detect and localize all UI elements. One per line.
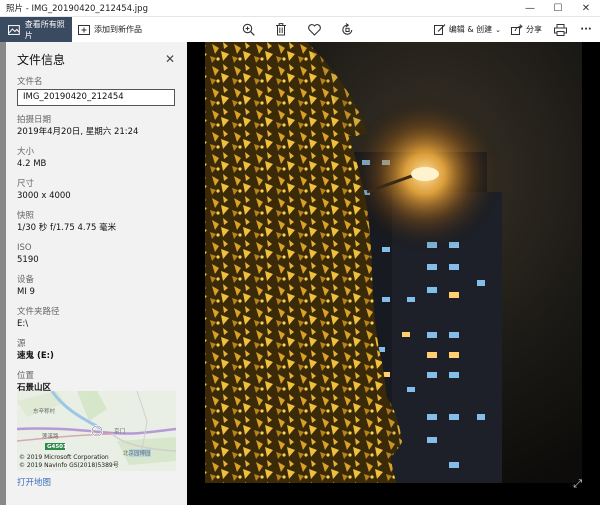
- device-label: 设备: [17, 275, 35, 285]
- view-all-photos-button[interactable]: 查看所有照片: [0, 17, 72, 42]
- more-icon[interactable]: ···: [578, 22, 594, 38]
- share-icon: [511, 24, 523, 35]
- toolbar: 查看所有照片 添加到新作品 编辑 & 创建 ⌄ 分享 ···: [0, 17, 600, 42]
- map-credit-microsoft: © 2019 Microsoft Corporation: [19, 454, 109, 461]
- folder-label: 文件夹路径: [17, 307, 60, 317]
- night-photo: [205, 42, 582, 483]
- folder-value: E:\: [17, 319, 29, 329]
- map-label-road-b: 京门: [114, 429, 126, 435]
- close-button[interactable]: ✕: [572, 0, 600, 17]
- edit-create-button[interactable]: 编辑 & 创建 ⌄: [433, 24, 501, 35]
- shutter-field: 快照 1/30 秒 f/1.75 4.75 毫米: [17, 211, 177, 234]
- favorite-icon[interactable]: [306, 22, 322, 38]
- filename-label: 文件名: [17, 77, 43, 87]
- map-label-highway: G4501: [47, 444, 67, 450]
- filename-field: 文件名 IMG_20190420_212454: [17, 77, 177, 106]
- shutter-label: 快照: [17, 211, 35, 221]
- dimensions-field: 尺寸 3000 x 4000: [17, 179, 177, 202]
- add-to-creation-button[interactable]: 添加到新作品: [72, 24, 142, 35]
- panel-header: 文件信息 ✕: [17, 50, 177, 68]
- shutter-value: 1/30 秒 f/1.75 4.75 毫米: [17, 223, 117, 233]
- map-label-village: 东辛称村: [33, 409, 56, 415]
- folder-field: 文件夹路径 E:\: [17, 307, 177, 330]
- add-to-creation-label: 添加到新作品: [94, 25, 142, 34]
- rotate-icon[interactable]: [339, 22, 355, 38]
- dimensions-value: 3000 x 4000: [17, 191, 71, 201]
- size-field: 大小 4.2 MB: [17, 147, 177, 170]
- minimize-button[interactable]: —: [516, 0, 544, 17]
- device-field: 设备 MI 9: [17, 275, 177, 298]
- title-bar: 照片 - IMG_20190420_212454.jpg — ☐ ✕: [0, 0, 600, 17]
- expand-icon[interactable]: ⤢: [573, 477, 582, 491]
- date-field: 拍摄日期 2019年4月20日, 星期六 21:24: [17, 115, 177, 138]
- chevron-down-icon: ⌄: [495, 25, 501, 34]
- source-value: 速鬼 (E:): [17, 351, 54, 361]
- map-label-road-a: 莲溪路: [42, 434, 59, 440]
- toolbar-actions: [240, 17, 355, 42]
- open-map-link[interactable]: 打开地图: [17, 476, 51, 488]
- date-value: 2019年4月20日, 星期六 21:24: [17, 127, 139, 137]
- panel-title: 文件信息: [17, 52, 66, 67]
- photos-icon: [8, 24, 20, 35]
- map-label-park: 北京园博园: [123, 451, 151, 457]
- photo-viewer[interactable]: ⤢: [187, 42, 600, 505]
- size-label: 大小: [17, 147, 35, 157]
- iso-value: 5190: [17, 255, 39, 265]
- dimensions-label: 尺寸: [17, 179, 35, 189]
- iso-label: ISO: [17, 243, 32, 253]
- window-title: 照片 - IMG_20190420_212454.jpg: [6, 4, 148, 14]
- view-all-photos-label: 查看所有照片: [24, 19, 65, 40]
- edit-create-label: 编辑 & 创建: [448, 25, 493, 34]
- source-label: 源: [17, 339, 26, 349]
- device-value: MI 9: [17, 287, 35, 297]
- edit-icon: [433, 24, 446, 35]
- zoom-icon[interactable]: [240, 22, 256, 38]
- close-panel-icon[interactable]: ✕: [163, 52, 177, 66]
- print-icon[interactable]: [552, 22, 568, 38]
- add-creation-icon: [78, 24, 90, 35]
- date-label: 拍摄日期: [17, 115, 52, 125]
- location-map[interactable]: 东辛称村 莲溪路 京门 G4501 北京园博园 © 2019 Microsoft…: [17, 391, 176, 471]
- maximize-button[interactable]: ☐: [544, 0, 572, 17]
- share-button[interactable]: 分享: [511, 24, 542, 35]
- map-credit-navinfo: © 2019 NavInfo GS(2018)5389号: [19, 462, 119, 469]
- size-value: 4.2 MB: [17, 159, 47, 169]
- toolbar-right: 编辑 & 创建 ⌄ 分享 ···: [433, 17, 594, 42]
- iso-field: ISO 5190: [17, 243, 177, 266]
- share-label: 分享: [526, 25, 542, 34]
- source-field: 源 速鬼 (E:): [17, 339, 177, 362]
- location-label: 位置: [17, 371, 35, 381]
- filename-input[interactable]: IMG_20190420_212454: [17, 89, 175, 106]
- delete-icon[interactable]: [273, 22, 289, 38]
